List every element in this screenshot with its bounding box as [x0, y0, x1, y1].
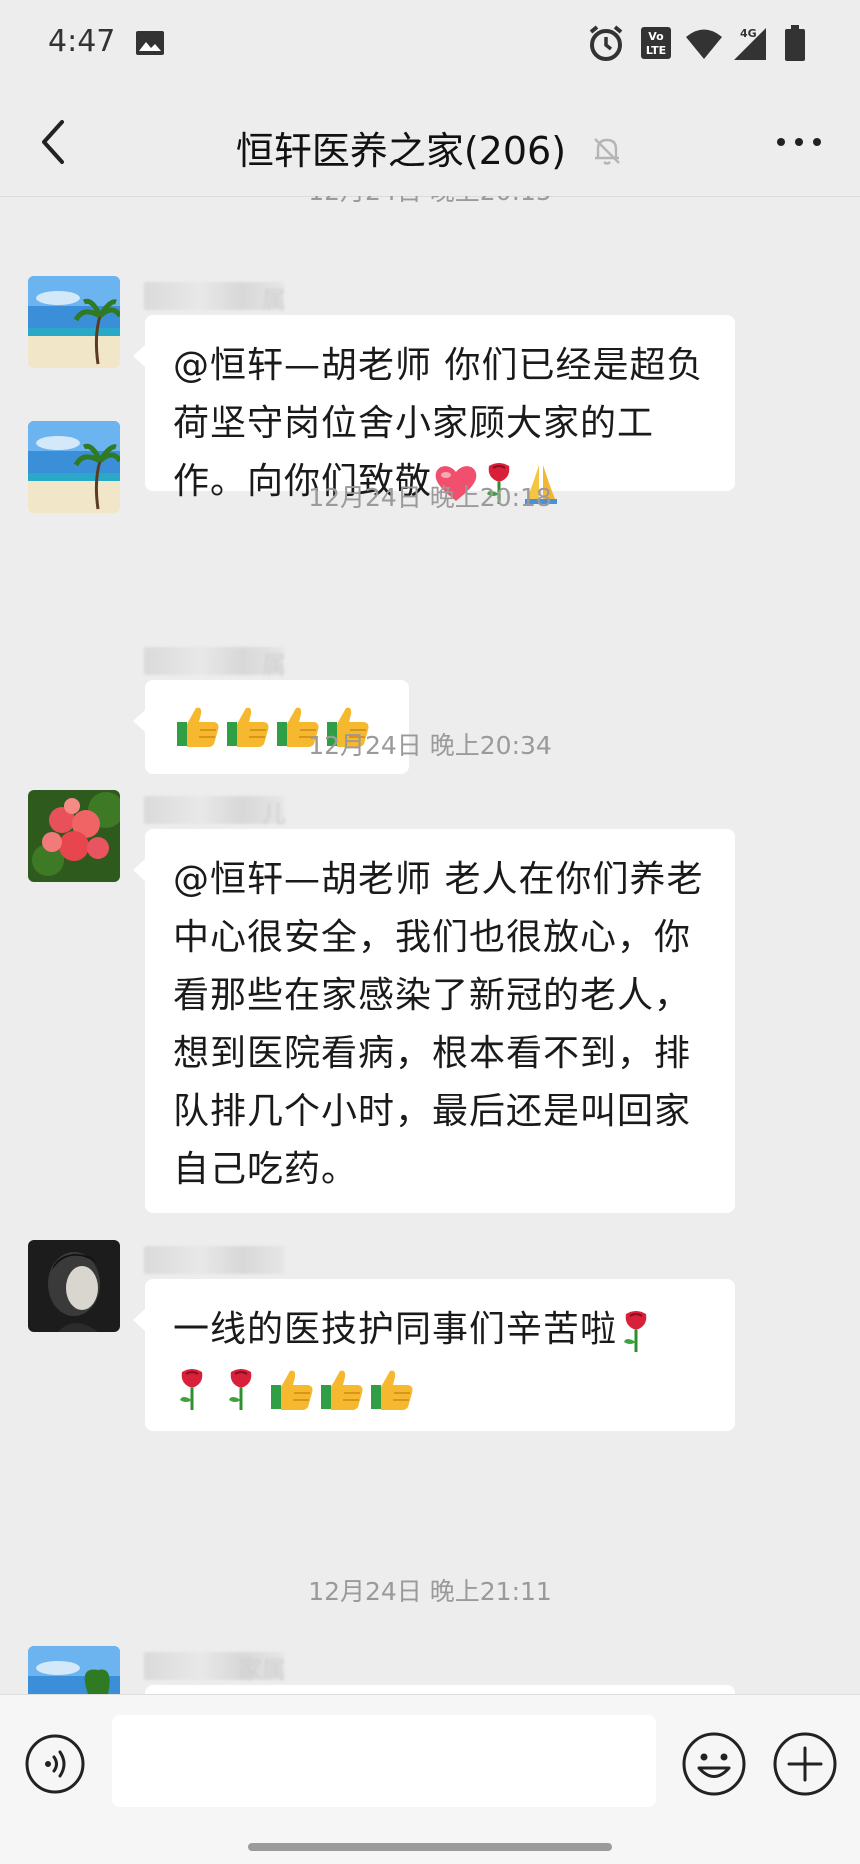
- emoji-icon[interactable]: [681, 1731, 747, 1797]
- thumbs-up-icon: [367, 1367, 417, 1410]
- wifi-icon: [686, 29, 722, 59]
- rose-icon: [180, 1369, 203, 1410]
- sender-name: 家属: [144, 1652, 286, 1684]
- chat-title: 恒轩医养之家(206): [0, 120, 860, 175]
- message-bubble[interactable]: @恒轩—胡老师 老人在你们养老中心很安全，我们也很放心，你看那些在家感染了新冠的…: [133, 829, 735, 1213]
- message-timestamp: 12月24日 晚上20:18: [308, 483, 552, 512]
- battery-icon: [785, 25, 805, 61]
- svg-text:LTE: LTE: [646, 44, 666, 57]
- image-icon: [136, 31, 164, 55]
- bell-muted-icon: [594, 137, 620, 165]
- avatar[interactable]: [28, 1240, 120, 1332]
- message-list[interactable]: 12月24日 晚上20:15 属 @恒轩—胡老师 你们已经是超负荷坚守岗位舍小家…: [0, 196, 860, 1694]
- rose-icon: [624, 1311, 647, 1352]
- group-name: 恒轩医养之家(206): [235, 129, 567, 173]
- message-text: 一线的医技护同事们辛苦啦: [173, 1309, 618, 1350]
- status-time: 4:47: [48, 24, 116, 59]
- sender-name: 属: [144, 282, 286, 314]
- alarm-icon: [589, 25, 623, 61]
- message-timestamp: 12月24日 晚上20:15: [0, 196, 860, 208]
- message-bubble[interactable]: 一线的医技护同事们辛苦啦: [133, 1279, 735, 1431]
- more-dots-icon[interactable]: [764, 114, 834, 170]
- thumbs-up-icon: [267, 1367, 317, 1410]
- input-bar: [0, 1694, 860, 1864]
- avatar[interactable]: [28, 790, 120, 882]
- 4g-signal-icon: 4G: [734, 27, 766, 60]
- message-text: @恒轩—胡老师 老人在你们养老中心很安全，我们也很放心，你看那些在家感染了新冠的…: [173, 859, 704, 1190]
- svg-text:Vo: Vo: [648, 30, 664, 43]
- sender-name: 属: [144, 647, 286, 679]
- svg-text:4G: 4G: [740, 27, 757, 40]
- avatar[interactable]: [28, 421, 120, 513]
- status-bar: 4:47 Vo LTE 4G: [0, 0, 860, 90]
- chat-header: 恒轩医养之家(206): [0, 90, 860, 197]
- message-bubble[interactable]: [145, 1685, 735, 1694]
- message-bubble[interactable]: @恒轩—胡老师 你们已经是超负荷坚守岗位舍小家顾大家的工作。向你们致敬: [133, 315, 735, 504]
- message-timestamp: 12月24日 晚上20:34: [308, 731, 552, 760]
- message-timestamp: 12月24日 晚上21:11: [308, 1577, 552, 1606]
- volte-icon: Vo LTE: [641, 27, 671, 59]
- home-indicator[interactable]: [248, 1843, 612, 1851]
- avatar[interactable]: [28, 1646, 120, 1694]
- avatar[interactable]: [28, 276, 120, 368]
- plus-icon[interactable]: [772, 1731, 838, 1797]
- sender-name: 儿: [144, 796, 286, 828]
- rose-icon: [229, 1369, 252, 1410]
- message-input[interactable]: [112, 1715, 656, 1807]
- thumbs-up-icon: [317, 1367, 367, 1410]
- voice-input-icon[interactable]: [24, 1733, 86, 1795]
- sender-name: [144, 1246, 284, 1274]
